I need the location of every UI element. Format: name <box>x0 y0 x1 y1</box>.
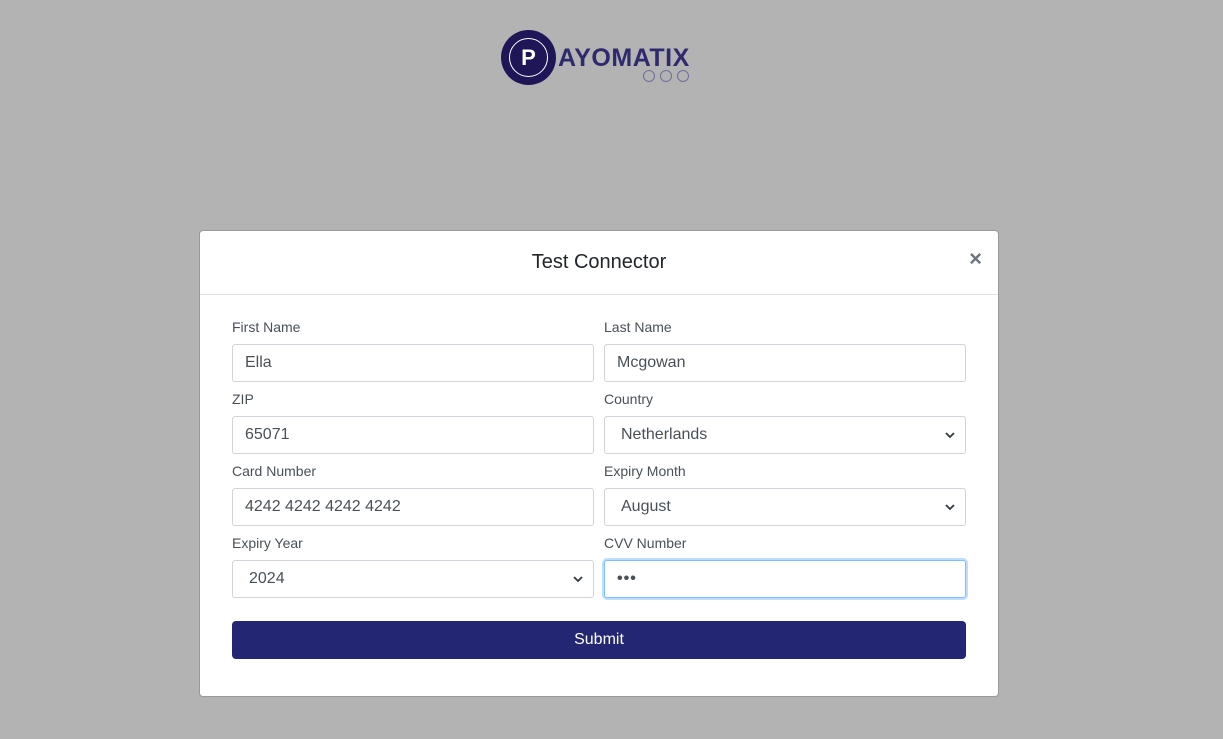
country-select-value: Netherlands <box>621 426 708 443</box>
payomatix-logo: P AYOMATIX <box>501 30 701 86</box>
page: P AYOMATIX Test Connector × First Name E… <box>0 0 1223 739</box>
modal-title: Test Connector <box>531 251 667 273</box>
zip-group: ZIP 65071 <box>232 391 594 454</box>
expiry-month-select-value: August <box>621 498 671 515</box>
close-icon[interactable]: × <box>969 247 982 271</box>
logo-circle-icon: P <box>501 30 556 85</box>
logo-text: AYOMATIX <box>558 44 690 72</box>
logo-dot-icon <box>677 70 689 82</box>
card-number-label: Card Number <box>232 463 317 479</box>
test-connector-modal: Test Connector × First Name Ella Last Na… <box>199 230 999 697</box>
chevron-down-icon <box>573 576 583 583</box>
expiry-year-select[interactable]: 2024 <box>232 560 594 598</box>
modal-body: First Name Ella Last Name Mcgowan ZIP 65… <box>200 295 998 659</box>
first-name-label: First Name <box>232 319 301 335</box>
last-name-input[interactable]: Mcgowan <box>604 344 966 382</box>
country-group: Country Netherlands <box>604 391 966 454</box>
country-select[interactable]: Netherlands <box>604 416 966 454</box>
card-number-group: Card Number 4242 4242 4242 4242 <box>232 463 594 526</box>
cvv-group: CVV Number ••• <box>604 535 966 598</box>
logo-dot-icon <box>660 70 672 82</box>
expiry-month-label: Expiry Month <box>604 463 686 479</box>
logo-letter: P <box>509 38 548 77</box>
first-name-input[interactable]: Ella <box>232 344 594 382</box>
cvv-label: CVV Number <box>604 535 687 551</box>
expiry-year-label: Expiry Year <box>232 535 303 551</box>
last-name-group: Last Name Mcgowan <box>604 319 966 382</box>
submit-button[interactable]: Submit <box>232 621 966 659</box>
logo-dots <box>643 70 689 82</box>
expiry-year-select-value: 2024 <box>249 570 285 587</box>
logo-dot-icon <box>643 70 655 82</box>
chevron-down-icon <box>945 504 955 511</box>
expiry-year-group: Expiry Year 2024 <box>232 535 594 598</box>
zip-label: ZIP <box>232 391 254 407</box>
expiry-month-select[interactable]: August <box>604 488 966 526</box>
zip-input[interactable]: 65071 <box>232 416 594 454</box>
last-name-label: Last Name <box>604 319 672 335</box>
chevron-down-icon <box>945 432 955 439</box>
country-label: Country <box>604 391 654 407</box>
cvv-input[interactable]: ••• <box>604 560 966 598</box>
modal-header: Test Connector × <box>200 231 998 295</box>
payment-form: First Name Ella Last Name Mcgowan ZIP 65… <box>232 319 966 607</box>
card-number-input[interactable]: 4242 4242 4242 4242 <box>232 488 594 526</box>
first-name-group: First Name Ella <box>232 319 594 382</box>
expiry-month-group: Expiry Month August <box>604 463 966 526</box>
cvv-masked-value: ••• <box>617 570 637 587</box>
